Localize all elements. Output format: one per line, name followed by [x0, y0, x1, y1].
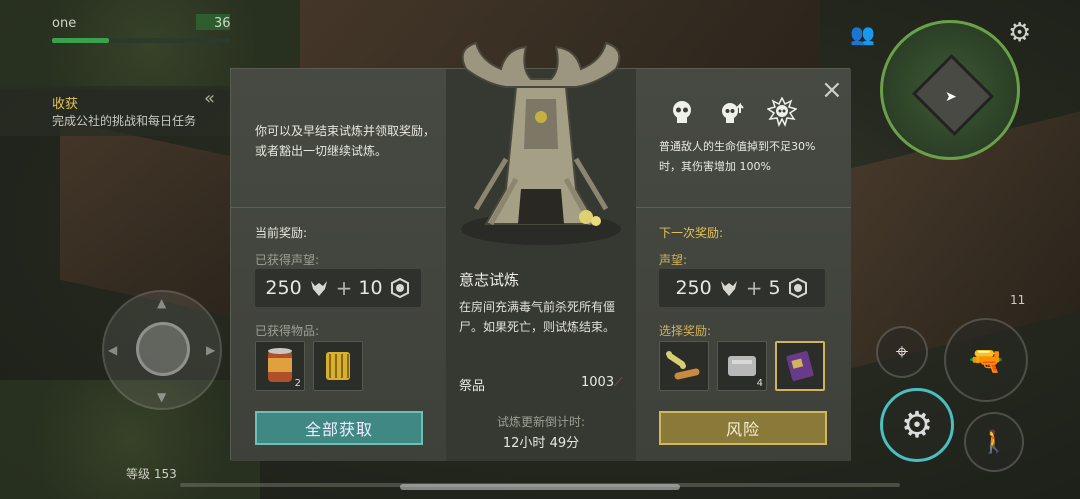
- joystick-up-arrow-icon: ▲: [157, 296, 167, 310]
- current-reputation-value: 250: [265, 277, 302, 299]
- modifier-icons: [667, 97, 817, 133]
- earned-reputation-label: 已获得声望:: [255, 253, 320, 267]
- ammo-count: 11: [1010, 293, 1026, 307]
- item-filter[interactable]: [313, 341, 363, 391]
- next-reputation-box: 250 + 5: [659, 269, 825, 307]
- right-divider: [636, 207, 851, 208]
- item-canned-food[interactable]: 2: [255, 341, 305, 391]
- joystick-left-arrow-icon: ◀: [108, 343, 118, 357]
- quest-subtitle: 完成公社的挑战和每日任务: [52, 114, 197, 128]
- players-icon[interactable]: 👥: [850, 22, 875, 46]
- choose-reward-label: 选择奖励:: [659, 324, 712, 338]
- skull-token-icon: [788, 277, 807, 299]
- next-reputation-label: 声望:: [659, 253, 688, 267]
- next-rewards-heading: 下一次奖励:: [659, 226, 724, 240]
- antler-skull-icon: [720, 281, 737, 296]
- minimap[interactable]: ➤: [880, 20, 1020, 160]
- aim-button[interactable]: ⌖: [876, 326, 928, 378]
- health-bar: [52, 38, 230, 43]
- antler-skull-icon: [310, 281, 327, 296]
- player-position-arrow-icon: ➤: [945, 89, 957, 105]
- collect-all-button[interactable]: 全部获取: [255, 411, 423, 445]
- current-token-value: 10: [358, 277, 383, 299]
- attack-button[interactable]: 🔫: [944, 318, 1028, 402]
- skull-damage-up-icon: [722, 102, 744, 123]
- offering-value: 1003⟋: [581, 375, 623, 390]
- gears-icon: ⚙: [900, 404, 934, 446]
- skull-token-icon: [390, 277, 409, 299]
- reward-purple-book[interactable]: [775, 341, 825, 391]
- left-divider: [231, 207, 446, 208]
- crouch-button[interactable]: 🚶: [964, 412, 1024, 472]
- earned-items-label: 已获得物品:: [255, 324, 320, 338]
- filter-icon: [326, 352, 350, 380]
- trial-timer-label: 试炼更新倒计时:: [496, 415, 586, 429]
- antler-totem-illustration: [461, 41, 621, 245]
- player-value: 36: [214, 16, 231, 31]
- next-token-value: 5: [768, 277, 781, 299]
- trial-description: 在房间充满毒气前杀死所有僵尸。如果死亡，则试炼结束。: [459, 300, 616, 334]
- home-indicator[interactable]: [400, 484, 680, 490]
- risk-button[interactable]: 风险: [659, 411, 827, 445]
- pistol-icon: 🔫: [968, 343, 1004, 377]
- next-reputation-value: 250: [675, 277, 712, 299]
- joystick-right-arrow-icon: ▶: [206, 343, 216, 357]
- stealth-icon: 🚶: [980, 429, 1008, 455]
- reward-dog-bones[interactable]: [659, 341, 709, 391]
- interact-button[interactable]: ⚙: [880, 388, 954, 462]
- settings-gear-icon[interactable]: ⚙: [1008, 18, 1031, 48]
- dog-bones-icon: [666, 351, 700, 380]
- trial-early-end-description: 你可以及早结束试炼并领取奖励，或者豁出一切继续试炼。: [255, 124, 436, 158]
- modifier-description: 普通敌人的生命值掉到不足30% 时，其伤害增加 100%: [659, 140, 816, 173]
- offering-count: 1003: [581, 375, 615, 390]
- close-icon[interactable]: ×: [821, 77, 843, 103]
- current-rewards-heading: 当前奖励:: [255, 226, 308, 240]
- plus-sign: +: [335, 276, 353, 300]
- plus-sign: +: [745, 276, 763, 300]
- health-bar-fill: [52, 38, 109, 43]
- crosshair-icon: ⌖: [895, 339, 909, 365]
- item-count: 4: [756, 378, 763, 389]
- quest-title[interactable]: 收获: [52, 93, 78, 112]
- joystick-down-arrow-icon: ▼: [157, 390, 167, 404]
- purple-book-icon: [786, 351, 814, 381]
- current-reputation-box: 250 + 10: [255, 269, 421, 307]
- reward-duct-tape[interactable]: 4: [717, 341, 767, 391]
- item-count: 2: [294, 378, 301, 389]
- joystick-knob[interactable]: [136, 322, 190, 376]
- trial-name: 意志试炼: [459, 271, 520, 289]
- trial-modal: × 你可以及早结束试炼并领取奖励，或者豁出一切继续试炼。 当前奖励: 已获得声望…: [230, 41, 851, 461]
- skull-burst-icon: [767, 97, 797, 127]
- trial-timer-value: 12小时 49分: [502, 436, 580, 451]
- player-name: one: [52, 16, 77, 31]
- blood-drop-icon: ⟋: [614, 375, 623, 389]
- skull-icon: [673, 101, 691, 123]
- level-label: 等级 153: [126, 467, 177, 481]
- collapse-chevron-icon[interactable]: «: [204, 88, 215, 109]
- offering-label: 祭品: [459, 379, 486, 394]
